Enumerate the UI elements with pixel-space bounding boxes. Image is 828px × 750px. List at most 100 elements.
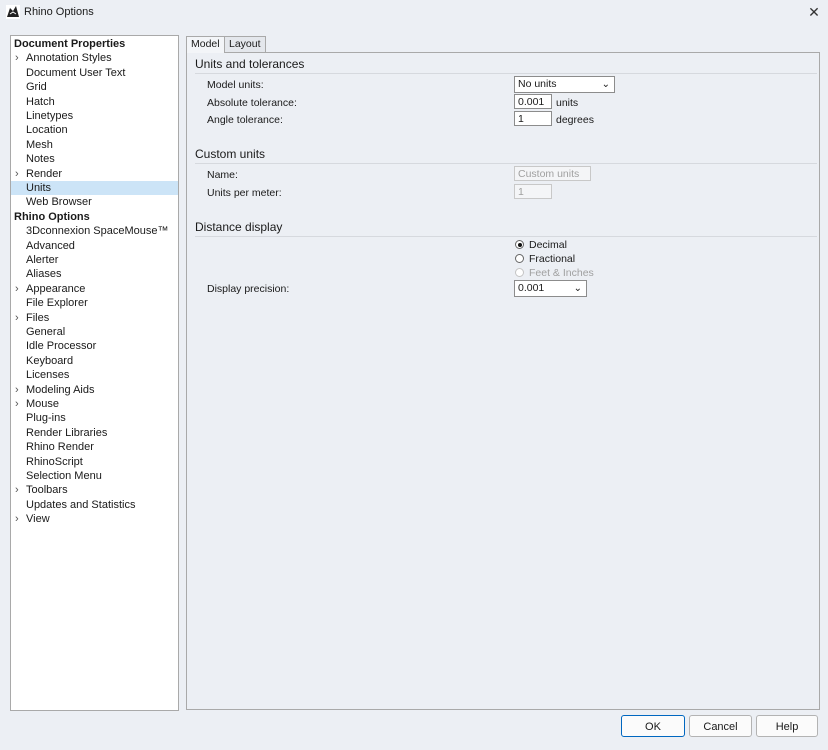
units-per-meter-input[interactable]: 1 [514,184,552,199]
tree-item[interactable]: General [11,325,178,339]
radio-button[interactable] [515,268,524,277]
tree-item[interactable]: Linetypes [11,109,178,123]
tree-item[interactable]: Keyboard [11,354,178,368]
section-divider [195,73,817,74]
tree-item[interactable]: Idle Processor [11,339,178,353]
tree-item[interactable]: Advanced [11,239,178,253]
tree-category-header[interactable]: Document Properties [11,37,178,51]
tree-item-label: Updates and Statistics [26,498,136,511]
tree-item[interactable]: › Modeling Aids [11,383,178,397]
tree-item-label: Rhino Options [14,210,90,223]
tab-layout[interactable]: Layout [224,36,266,52]
units-per-meter-label: Units per meter: [207,187,282,199]
tree-item-label: Grid [26,81,47,94]
tree-item[interactable]: Aliases [11,267,178,281]
angle-tolerance-input[interactable]: 1 [514,111,552,126]
tree-item[interactable]: Notes [11,152,178,166]
tree-item[interactable]: Document User Text [11,66,178,80]
tab-model[interactable]: Model [186,36,225,53]
tree-item[interactable]: File Explorer [11,296,178,310]
tab-layout-label: Layout [229,38,261,50]
section-divider [195,236,817,237]
chevron-down-icon: ⌄ [601,79,610,90]
custom-name-input[interactable]: Custom units [514,166,591,181]
radio-button[interactable] [515,240,524,249]
chevron-right-icon[interactable]: › [15,512,19,526]
tree-item-label: Toolbars [26,484,68,497]
tree-item[interactable]: Alerter [11,253,178,267]
tree-item-label: Rhino Render [26,441,94,454]
chevron-right-icon[interactable]: › [15,397,19,411]
tree-item-label: Licenses [26,369,70,382]
chevron-right-icon[interactable]: › [15,282,19,296]
tree-item[interactable]: › View [11,512,178,526]
help-button[interactable]: Help [756,715,818,737]
tree-item[interactable]: › Mouse [11,397,178,411]
radio-fractional-label: Fractional [529,253,576,265]
tree-item-label: Mesh [26,138,53,151]
tree-item-label: Web Browser [26,196,92,209]
tree-item-label: Alerter [26,254,59,266]
tree-item-label: Aliases [26,268,62,281]
tree-item-label: Render [26,167,63,180]
tree-item-label: Appearance [26,282,86,295]
rhino-app-icon [6,5,20,19]
tree-item-label: RhinoScript [26,455,83,468]
close-icon[interactable]: ✕ [804,2,824,22]
tree-item[interactable]: RhinoScript [11,455,178,469]
model-units-value: No units [518,78,557,90]
tree-item-label: Annotation Styles [26,52,112,65]
tree-item-label: Location [26,124,68,137]
absolute-tolerance-input[interactable]: 0.001 [514,94,552,109]
tree-item-label: Units [26,182,52,194]
tree-item[interactable]: Grid [11,80,178,94]
tree-item[interactable]: Hatch [11,95,178,109]
tree-item[interactable]: › Toolbars [11,483,178,497]
ok-button[interactable]: OK [621,715,685,737]
chevron-right-icon[interactable]: › [15,51,19,65]
tree-item[interactable]: 3Dconnexion SpaceMouse™ [11,224,178,238]
tree-item[interactable]: › Files [11,311,178,325]
chevron-right-icon[interactable]: › [15,483,19,497]
title-bar: Rhino Options ✕ [0,0,828,24]
tree-item[interactable]: › Render [11,167,178,181]
model-units-dropdown[interactable]: No units ⌄ [514,76,615,93]
options-tree[interactable]: Document Properties › Annotation Styles Doc… [10,35,179,711]
tree-item[interactable]: › Annotation Styles [11,51,178,65]
custom-units-heading: Custom units [195,147,266,161]
tree-item[interactable]: Updates and Statistics [11,498,178,512]
tree-item[interactable]: Web Browser [11,195,178,209]
tree-item[interactable]: Plug-ins [11,411,178,425]
tree-item-label: Mouse [26,398,60,410]
radio-button[interactable] [515,254,524,263]
display-precision-label: Display precision: [207,283,290,295]
tree-item-label: Files [26,311,50,324]
tab-model-label: Model [191,38,220,50]
custom-name-label: Name: [207,169,238,181]
chevron-right-icon[interactable]: › [15,311,19,325]
tree-item-label: Idle Processor [26,340,97,353]
units-panel: Units and tolerances Model units: No uni… [186,52,820,710]
tree-item[interactable]: Location [11,123,178,137]
tree-item-label: Hatch [26,95,55,108]
chevron-down-icon: ⌄ [573,283,582,294]
tree-item-label: Modeling Aids [26,383,95,396]
tree-item[interactable]: Mesh [11,138,178,152]
chevron-right-icon[interactable]: › [15,167,19,181]
tree-item-label: Advanced [26,239,75,252]
tree-item[interactable]: Rhino Render [11,440,178,454]
display-precision-dropdown[interactable]: 0.001 ⌄ [514,280,587,297]
tree-item-label: File Explorer [26,297,88,310]
tree-item[interactable]: Licenses [11,368,178,382]
tree-item-label: Document User Text [26,66,126,79]
tree-item[interactable]: Selection Menu [11,469,178,483]
tree-item-label: Linetypes [26,110,74,122]
radio-decimal-label: Decimal [529,239,567,251]
chevron-right-icon[interactable]: › [15,383,19,397]
tree-category-header[interactable]: Rhino Options [11,210,178,224]
tree-item[interactable]: Units [11,181,178,195]
cancel-button[interactable]: Cancel [689,715,752,737]
units-tolerances-heading: Units and tolerances [195,57,305,71]
tree-item[interactable]: Render Libraries [11,426,178,440]
tree-item[interactable]: › Appearance [11,282,178,296]
